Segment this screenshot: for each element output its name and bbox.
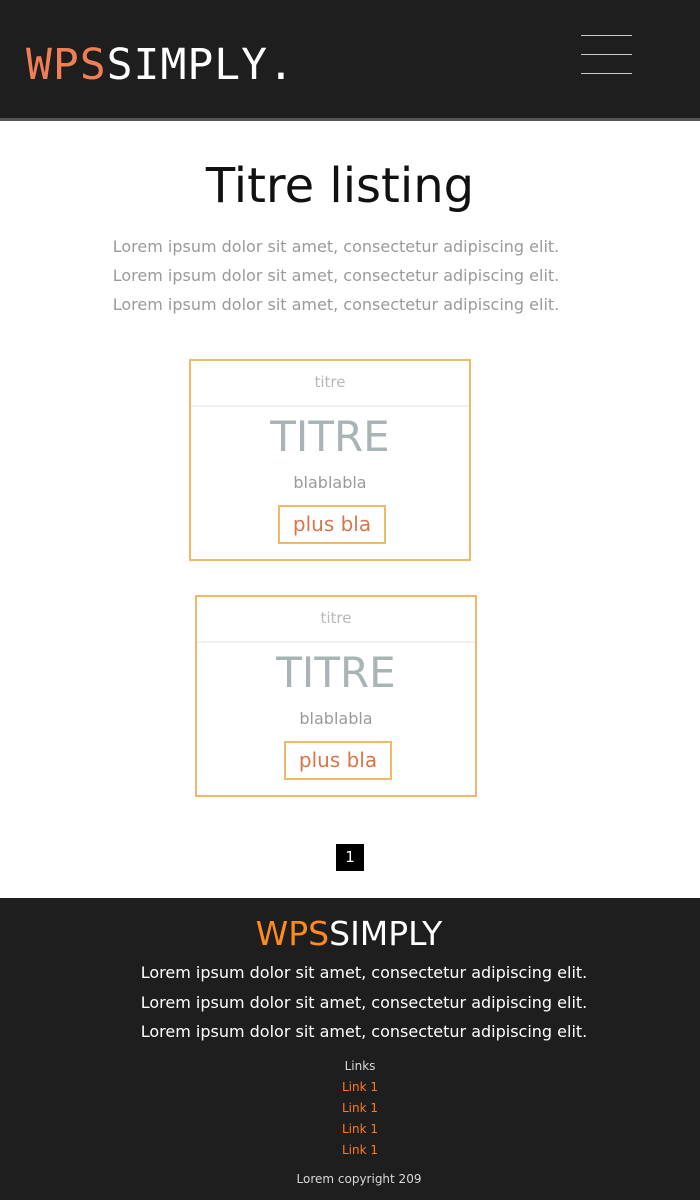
card-text: blablabla (293, 473, 367, 492)
pagination-page-1[interactable]: 1 (336, 844, 364, 871)
footer-link[interactable]: Link 1 (0, 1140, 700, 1161)
footer-link[interactable]: Link 1 (0, 1077, 700, 1098)
footer-description: Lorem ipsum dolor sit amet, consectetur … (0, 958, 700, 1047)
footer-logo-accent-text: WPS (255, 914, 330, 953)
card-header: titre (191, 361, 469, 407)
footer-link[interactable]: Link 1 (0, 1119, 700, 1140)
listing-card: titre TITRE blablabla plus bla (189, 359, 471, 561)
card-text: blablabla (299, 709, 373, 728)
logo-accent-text: WPS (26, 40, 107, 90)
card-header: titre (197, 597, 475, 643)
intro-line: Lorem ipsum dolor sit amet, consectetur … (112, 295, 560, 314)
intro-line: Lorem ipsum dolor sit amet, consectetur … (112, 266, 560, 285)
intro-line: Lorem ipsum dolor sit amet, consectetur … (112, 237, 560, 256)
listing-card: titre TITRE blablabla plus bla (195, 595, 477, 797)
copyright-text: Lorem copyright 209 (296, 1172, 422, 1186)
more-button[interactable]: plus bla (284, 741, 392, 780)
intro-text: Lorem ipsum dolor sit amet, consectetur … (0, 232, 672, 319)
footer-logo-rest-text: SIMPLY (329, 914, 443, 953)
card-title: TITRE (276, 648, 396, 697)
more-button[interactable]: plus bla (278, 505, 386, 544)
hamburger-line (581, 73, 632, 74)
footer-text-line: Lorem ipsum dolor sit amet, consectetur … (140, 963, 588, 982)
hamburger-line (581, 54, 632, 55)
header-divider (0, 118, 700, 121)
footer-logo[interactable]: WPSSIMPLY (0, 913, 698, 955)
site-footer: WPSSIMPLY Lorem ipsum dolor sit amet, co… (0, 898, 700, 1200)
logo-rest-text: SIMPLY. (106, 40, 295, 90)
footer-links: Link 1 Link 1 Link 1 Link 1 (0, 1077, 700, 1161)
hamburger-menu-icon[interactable] (580, 34, 634, 76)
footer-links-title: Links (344, 1059, 376, 1073)
card-title: TITRE (270, 412, 390, 461)
footer-link[interactable]: Link 1 (0, 1098, 700, 1119)
footer-text-line: Lorem ipsum dolor sit amet, consectetur … (140, 992, 588, 1012)
footer-text-line: Lorem ipsum dolor sit amet, consectetur … (140, 1022, 588, 1041)
site-logo[interactable]: WPSSIMPLY. (26, 40, 295, 90)
hamburger-line (581, 35, 632, 36)
page-title: Titre listing (205, 158, 475, 214)
site-header: WPSSIMPLY. (0, 0, 700, 118)
